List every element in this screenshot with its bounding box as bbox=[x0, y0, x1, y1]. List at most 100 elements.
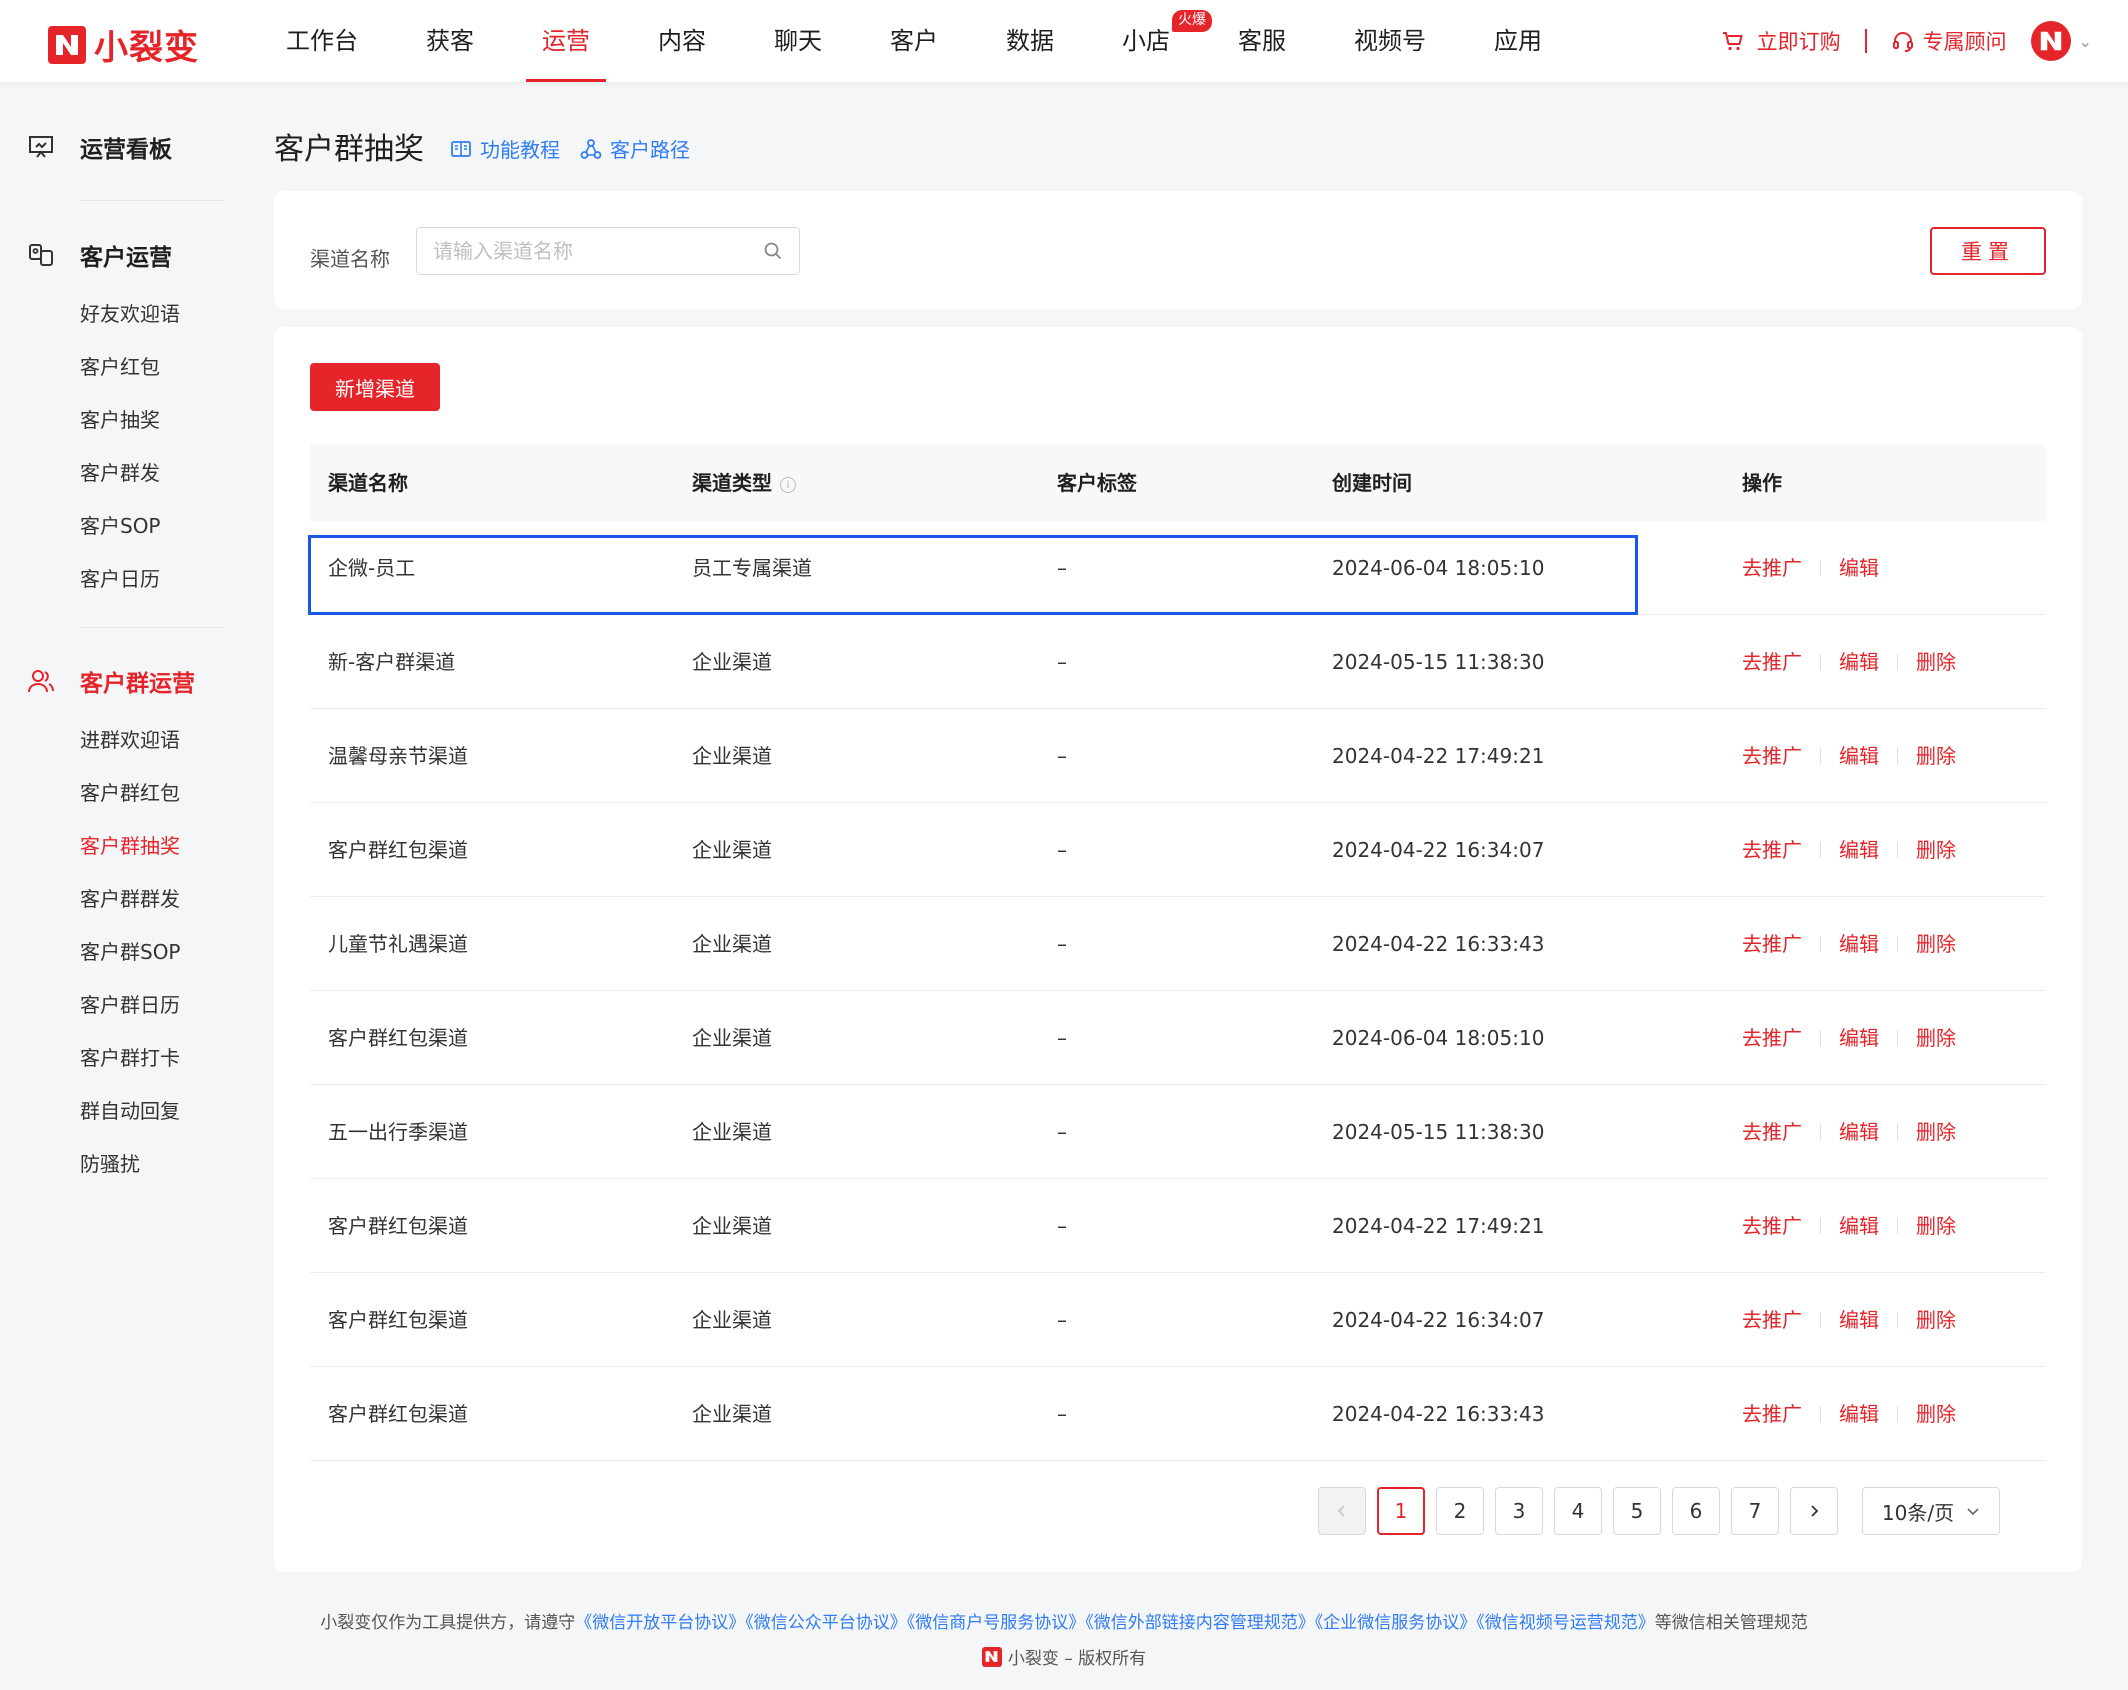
next-page-button[interactable] bbox=[1790, 1487, 1838, 1535]
nav-item-3[interactable]: 内容 bbox=[642, 0, 722, 82]
action-divider bbox=[1897, 748, 1898, 764]
agreement-link[interactable]: 《微信开放平台协议》 bbox=[575, 1613, 745, 1633]
sidebar-item-group_ops-6[interactable]: 客户群打卡 bbox=[80, 1042, 180, 1071]
edit-link[interactable]: 编辑 bbox=[1839, 1085, 1879, 1179]
reset-button[interactable]: 重置 bbox=[1930, 227, 2046, 275]
delete-link[interactable]: 删除 bbox=[1916, 1085, 1956, 1179]
cell-name: 客户群红包渠道 bbox=[328, 1026, 468, 1050]
nav-right: 立即订购 专属顾问 ⌄ bbox=[1721, 0, 2092, 82]
page-button-4[interactable]: 4 bbox=[1554, 1487, 1602, 1535]
promote-link[interactable]: 去推广 bbox=[1742, 709, 1802, 803]
edit-link[interactable]: 编辑 bbox=[1839, 1179, 1879, 1273]
edit-link[interactable]: 编辑 bbox=[1839, 615, 1879, 709]
sidebar-item-group_ops-1[interactable]: 客户群红包 bbox=[80, 777, 180, 806]
sidebar-group-customer-ops[interactable]: 客户运营 bbox=[26, 238, 172, 272]
agreement-link[interactable]: 《微信视频号运营规范》 bbox=[1476, 1613, 1655, 1633]
sidebar-item-customer_ops-4[interactable]: 客户SOP bbox=[80, 510, 161, 539]
nav-item-10[interactable]: 应用 bbox=[1478, 0, 1558, 82]
action-divider bbox=[1820, 560, 1821, 576]
delete-link[interactable]: 删除 bbox=[1916, 897, 1956, 991]
chevron-down-icon[interactable]: ⌄ bbox=[2079, 32, 2092, 51]
customer-ops-icon bbox=[26, 240, 56, 270]
agreement-link[interactable]: 《微信商户号服务协议》 bbox=[907, 1613, 1086, 1633]
edit-link[interactable]: 编辑 bbox=[1839, 1367, 1879, 1461]
info-icon[interactable]: i bbox=[780, 476, 796, 493]
consultant-link[interactable]: 专属顾问 bbox=[1891, 26, 2007, 56]
nav-item-9[interactable]: 视频号 bbox=[1338, 0, 1442, 82]
nav-item-label: 客服 bbox=[1238, 27, 1286, 55]
edit-link[interactable]: 编辑 bbox=[1839, 1273, 1879, 1367]
sidebar-item-customer_ops-1[interactable]: 客户红包 bbox=[80, 351, 160, 380]
promote-link[interactable]: 去推广 bbox=[1742, 615, 1802, 709]
header-channel-name: 渠道名称 bbox=[328, 471, 408, 495]
sidebar-item-group_ops-0[interactable]: 进群欢迎语 bbox=[80, 724, 180, 753]
customer-path-link[interactable]: 客户路径 bbox=[580, 134, 690, 163]
edit-link[interactable]: 编辑 bbox=[1839, 521, 1879, 615]
page-size-select[interactable]: 10条/页 bbox=[1862, 1487, 2000, 1535]
sidebar-group-group-ops[interactable]: 客户群运营 bbox=[26, 664, 195, 698]
delete-link[interactable]: 删除 bbox=[1916, 991, 1956, 1085]
add-channel-button[interactable]: 新增渠道 bbox=[310, 363, 440, 411]
delete-link[interactable]: 删除 bbox=[1916, 709, 1956, 803]
promote-link[interactable]: 去推广 bbox=[1742, 1179, 1802, 1273]
nav-item-5[interactable]: 客户 bbox=[874, 0, 954, 82]
cell-time: 2024-04-22 16:33:43 bbox=[1332, 932, 1545, 956]
agreement-link[interactable]: 《微信外部链接内容管理规范》 bbox=[1085, 1613, 1315, 1633]
sidebar-item-group_ops-7[interactable]: 群自动回复 bbox=[80, 1095, 180, 1124]
edit-link[interactable]: 编辑 bbox=[1839, 709, 1879, 803]
sidebar-item-group_ops-4[interactable]: 客户群SOP bbox=[80, 936, 181, 965]
sidebar-item-customer_ops-3[interactable]: 客户群发 bbox=[80, 457, 160, 486]
page-button-6[interactable]: 6 bbox=[1672, 1487, 1720, 1535]
nav-item-8[interactable]: 客服 bbox=[1222, 0, 1302, 82]
nav-item-6[interactable]: 数据 bbox=[990, 0, 1070, 82]
sidebar-item-group_ops-5[interactable]: 客户群日历 bbox=[80, 989, 180, 1018]
nav-item-0[interactable]: 工作台 bbox=[270, 0, 374, 82]
promote-link[interactable]: 去推广 bbox=[1742, 521, 1802, 615]
prev-page-button[interactable] bbox=[1318, 1487, 1366, 1535]
sidebar-item-group_ops-2[interactable]: 客户群抽奖 bbox=[80, 830, 180, 859]
sidebar-item-operations-board[interactable]: 运营看板 bbox=[26, 130, 172, 164]
action-divider bbox=[1820, 748, 1821, 764]
sidebar-item-group_ops-3[interactable]: 客户群群发 bbox=[80, 883, 180, 912]
page-button-2[interactable]: 2 bbox=[1436, 1487, 1484, 1535]
cell-type: 员工专属渠道 bbox=[692, 556, 812, 580]
promote-link[interactable]: 去推广 bbox=[1742, 803, 1802, 897]
agreement-link[interactable]: 《企业微信服务协议》 bbox=[1315, 1613, 1477, 1633]
channel-search-box[interactable] bbox=[416, 227, 800, 275]
promote-link[interactable]: 去推广 bbox=[1742, 897, 1802, 991]
page-button-3[interactable]: 3 bbox=[1495, 1487, 1543, 1535]
nav-item-4[interactable]: 聊天 bbox=[758, 0, 838, 82]
sidebar-item-group_ops-8[interactable]: 防骚扰 bbox=[80, 1148, 140, 1177]
promote-link[interactable]: 去推广 bbox=[1742, 1273, 1802, 1367]
nav-item-2[interactable]: 运营 bbox=[526, 0, 606, 82]
tutorial-link[interactable]: 功能教程 bbox=[450, 134, 560, 163]
delete-link[interactable]: 删除 bbox=[1916, 1273, 1956, 1367]
edit-link[interactable]: 编辑 bbox=[1839, 897, 1879, 991]
brand-logo[interactable]: 小裂变 bbox=[48, 20, 199, 69]
promote-link[interactable]: 去推广 bbox=[1742, 1085, 1802, 1179]
page-button-7[interactable]: 7 bbox=[1731, 1487, 1779, 1535]
promote-link[interactable]: 去推广 bbox=[1742, 1367, 1802, 1461]
page-button-1[interactable]: 1 bbox=[1377, 1487, 1425, 1535]
order-now-link[interactable]: 立即订购 bbox=[1721, 26, 1841, 56]
delete-link[interactable]: 删除 bbox=[1916, 1367, 1956, 1461]
edit-link[interactable]: 编辑 bbox=[1839, 803, 1879, 897]
sidebar-item-customer_ops-0[interactable]: 好友欢迎语 bbox=[80, 298, 180, 327]
agreement-link[interactable]: 《微信公众平台协议》 bbox=[745, 1613, 907, 1633]
promote-link[interactable]: 去推广 bbox=[1742, 991, 1802, 1085]
channel-search-input[interactable] bbox=[433, 239, 763, 263]
delete-link[interactable]: 删除 bbox=[1916, 1179, 1956, 1273]
action-divider bbox=[1820, 1312, 1821, 1328]
search-icon[interactable] bbox=[763, 241, 783, 261]
cell-tag: – bbox=[1057, 1308, 1067, 1332]
nav-item-7[interactable]: 小店 火爆 bbox=[1106, 0, 1212, 82]
user-avatar[interactable] bbox=[2030, 21, 2071, 61]
sidebar-item-customer_ops-2[interactable]: 客户抽奖 bbox=[80, 404, 160, 433]
page-button-5[interactable]: 5 bbox=[1613, 1487, 1661, 1535]
nav-item-1[interactable]: 获客 bbox=[410, 0, 490, 82]
cell-time: 2024-04-22 16:34:07 bbox=[1332, 1308, 1545, 1332]
delete-link[interactable]: 删除 bbox=[1916, 615, 1956, 709]
sidebar-item-customer_ops-5[interactable]: 客户日历 bbox=[80, 563, 160, 592]
edit-link[interactable]: 编辑 bbox=[1839, 991, 1879, 1085]
delete-link[interactable]: 删除 bbox=[1916, 803, 1956, 897]
